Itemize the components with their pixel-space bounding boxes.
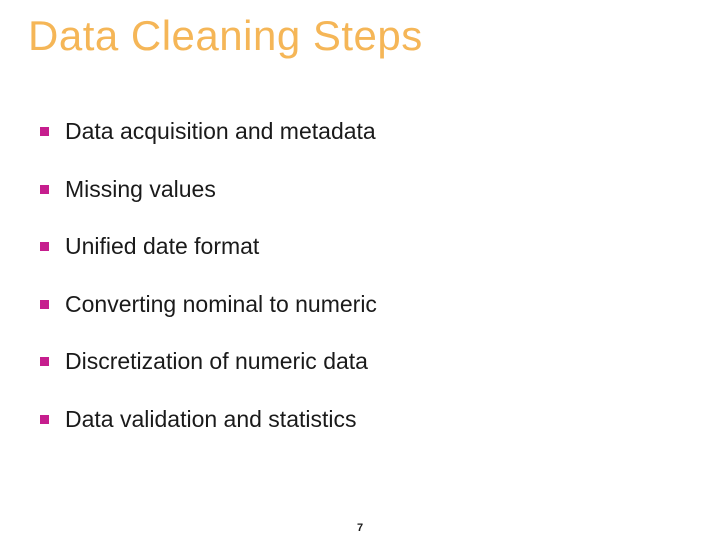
square-bullet-icon: [40, 357, 49, 366]
bullet-list: Data acquisition and metadata Missing va…: [40, 118, 680, 464]
list-item: Missing values: [40, 176, 680, 204]
list-item: Unified date format: [40, 233, 680, 261]
list-item: Converting nominal to numeric: [40, 291, 680, 319]
page-number: 7: [0, 522, 720, 534]
slide: Data Cleaning Steps Data acquisition and…: [0, 0, 720, 540]
list-item: Data validation and statistics: [40, 406, 680, 434]
bullet-text: Missing values: [65, 176, 216, 204]
slide-title: Data Cleaning Steps: [28, 12, 423, 60]
square-bullet-icon: [40, 242, 49, 251]
square-bullet-icon: [40, 127, 49, 136]
square-bullet-icon: [40, 300, 49, 309]
bullet-text: Discretization of numeric data: [65, 348, 368, 376]
square-bullet-icon: [40, 185, 49, 194]
square-bullet-icon: [40, 415, 49, 424]
list-item: Discretization of numeric data: [40, 348, 680, 376]
list-item: Data acquisition and metadata: [40, 118, 680, 146]
bullet-text: Unified date format: [65, 233, 259, 261]
bullet-text: Data validation and statistics: [65, 406, 357, 434]
bullet-text: Data acquisition and metadata: [65, 118, 376, 146]
bullet-text: Converting nominal to numeric: [65, 291, 377, 319]
